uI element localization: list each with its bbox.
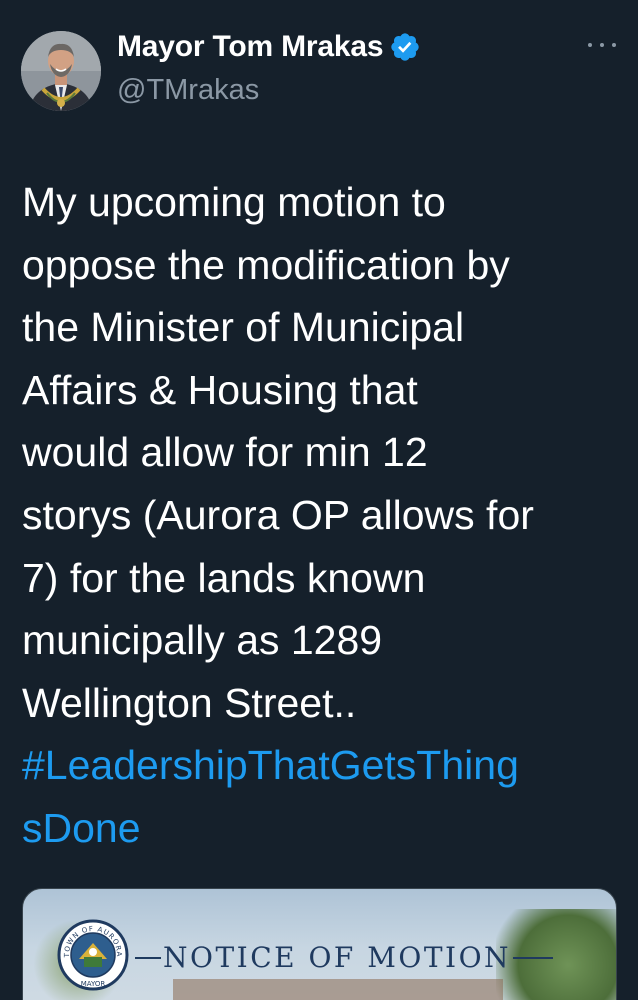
- tweet-line: 7) for the lands known: [22, 554, 426, 601]
- tweet-line: storys (Aurora OP allows for: [22, 491, 534, 538]
- media-image[interactable]: TOWN OF AURORA MAYOR NOTICE OF MOTION: [22, 888, 617, 1000]
- verified-badge-icon: [389, 31, 421, 63]
- display-name[interactable]: Mayor Tom Mrakas: [117, 30, 384, 64]
- avatar[interactable]: [21, 31, 101, 111]
- hashtag-link[interactable]: sDone: [22, 797, 622, 860]
- tweet-line: oppose the modification by: [22, 241, 510, 288]
- media-background-building: [173, 979, 503, 1000]
- tweet-line: Affairs & Housing that: [22, 366, 418, 413]
- tweet-line: would allow for min 12: [22, 429, 428, 476]
- hashtag-link[interactable]: #LeadershipThatGetsThing: [22, 734, 622, 797]
- more-dot: [588, 43, 592, 47]
- tweet-text: My upcoming motion to oppose the modific…: [22, 171, 622, 860]
- title-rule-left: [135, 957, 161, 959]
- seal-text-bottom: MAYOR: [81, 980, 106, 988]
- author-handle[interactable]: @TMrakas: [117, 74, 259, 107]
- town-seal-logo: TOWN OF AURORA MAYOR: [57, 919, 129, 991]
- more-options-icon[interactable]: [588, 38, 616, 52]
- tweet-line: the Minister of Municipal: [22, 304, 465, 351]
- tweet-line: Wellington Street..: [22, 679, 357, 726]
- more-dot: [600, 43, 604, 47]
- tweet-line: municipally as 1289: [22, 617, 383, 664]
- media-background-trees: [496, 909, 616, 1000]
- more-dot: [612, 43, 616, 47]
- author-name-row[interactable]: Mayor Tom Mrakas: [117, 28, 421, 66]
- tweet-view: Mayor Tom Mrakas @TMrakas My upcoming mo…: [0, 0, 638, 1000]
- profile-photo: [21, 31, 101, 111]
- tweet-line: My upcoming motion to: [22, 179, 446, 225]
- notice-title: NOTICE OF MOTION: [163, 941, 512, 974]
- title-rule-right: [513, 957, 553, 959]
